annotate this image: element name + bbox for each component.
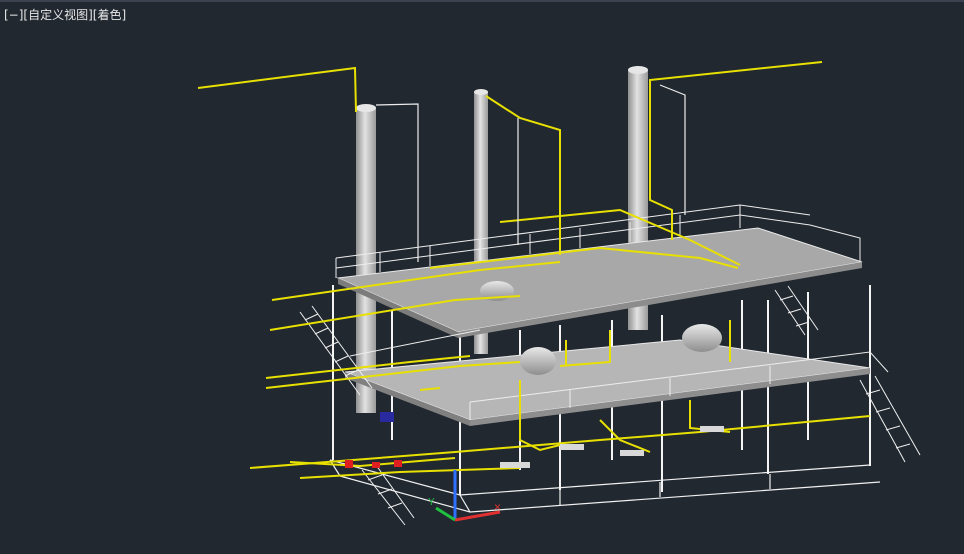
model-space-canvas[interactable]: Y ×	[0, 0, 964, 554]
drum-lower-deck-left	[520, 347, 556, 375]
svg-text:Y: Y	[428, 497, 435, 508]
svg-text:×: ×	[494, 500, 501, 514]
stair-right-upper	[774, 285, 819, 336]
drum-lower-deck-right	[682, 324, 722, 352]
ground-equipment	[345, 412, 724, 468]
ground-grid	[329, 459, 881, 513]
lower-deck	[344, 339, 871, 426]
upper-deck	[336, 227, 863, 338]
